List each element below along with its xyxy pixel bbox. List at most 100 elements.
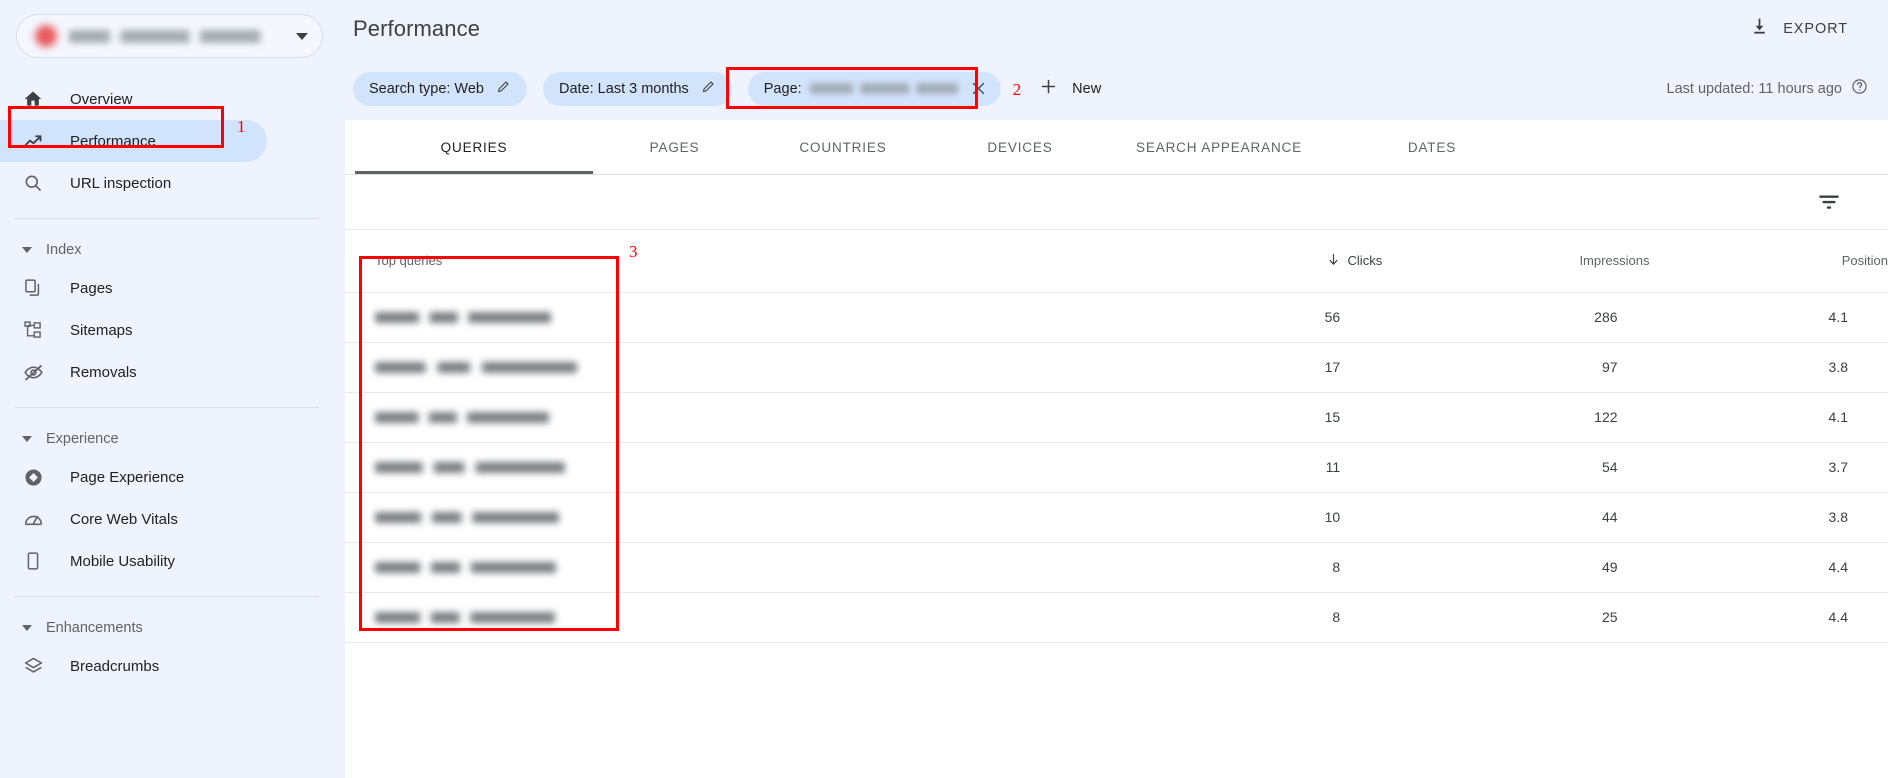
main-content: Performance EXPORT Search type: Web Date… [345, 0, 1888, 778]
sidebar-group-label: Experience [46, 431, 119, 447]
caret-down-icon [22, 625, 32, 631]
cell-position: 4.4 [1649, 591, 1888, 643]
tab-bar: QUERIES PAGES COUNTRIES DEVICES SEARCH A… [345, 120, 1888, 175]
search-console-app: Overview Performance URL inspection Inde… [0, 0, 1888, 778]
sidebar-item-removals[interactable]: Removals [0, 351, 267, 393]
sidebar-divider [14, 407, 319, 408]
sidebar-group-label: Index [46, 242, 82, 258]
pencil-icon[interactable] [701, 79, 716, 98]
sidebar-item-performance[interactable]: Performance [0, 120, 267, 162]
column-header-position[interactable]: Position [1650, 230, 1888, 292]
sidebar-item-label: Page Experience [70, 468, 185, 486]
filter-bar: Search type: Web Date: Last 3 months Pag… [345, 57, 1888, 120]
last-updated-status: Last updated: 11 hours ago [1667, 78, 1868, 99]
sidebar-group-index[interactable]: Index [0, 233, 345, 267]
tab-dates[interactable]: DATES [1328, 120, 1536, 174]
chevron-down-icon[interactable] [296, 32, 308, 40]
cell-query[interactable] [345, 391, 1115, 442]
column-header-clicks[interactable]: Clicks [1115, 230, 1382, 292]
pages-icon [22, 277, 44, 299]
mobile-icon [22, 550, 44, 572]
cell-query[interactable] [345, 591, 1115, 643]
table-row[interactable]: 15 122 4.1 [345, 391, 1888, 442]
cell-impressions: 49 [1382, 541, 1650, 592]
cell-clicks: 17 [1114, 341, 1383, 392]
annotation-number-1: 1 [237, 117, 246, 136]
tab-pages[interactable]: PAGES [593, 120, 756, 174]
last-updated-label: Last updated: 11 hours ago [1666, 80, 1842, 97]
table-row[interactable]: 8 49 4.4 [345, 541, 1888, 592]
tab-label: COUNTRIES [799, 139, 887, 155]
sidebar-item-mobile-usability[interactable]: Mobile Usability [0, 540, 267, 582]
search-type-filter-chip[interactable]: Search type: Web [353, 71, 527, 106]
help-icon[interactable] [1851, 78, 1868, 99]
column-header-impressions[interactable]: Impressions [1382, 230, 1649, 292]
search-icon [22, 172, 44, 194]
table-row[interactable]: 8 25 4.4 [345, 591, 1888, 643]
sidebar-item-overview[interactable]: Overview [0, 78, 267, 120]
query-text-redacted [375, 511, 559, 523]
cell-query[interactable] [345, 491, 1115, 542]
property-selector[interactable] [16, 14, 323, 58]
column-header-top-queries[interactable]: Top queries [345, 230, 1115, 292]
sidebar-item-breadcrumbs[interactable]: Breadcrumbs [0, 645, 267, 687]
page-filter-chip[interactable]: Page: [747, 71, 1001, 106]
caret-down-icon [22, 247, 32, 253]
eye-off-icon [22, 361, 44, 383]
cell-position: 4.1 [1649, 391, 1888, 442]
cell-query[interactable] [345, 541, 1115, 592]
query-text-redacted [375, 561, 556, 573]
tab-queries[interactable]: QUERIES [355, 120, 593, 174]
tab-countries[interactable]: COUNTRIES [756, 120, 930, 174]
top-bar: Performance EXPORT [345, 0, 1888, 57]
cell-query[interactable] [345, 341, 1115, 392]
table-row[interactable]: 11 54 3.7 [345, 441, 1888, 492]
sidebar-item-page-experience[interactable]: Page Experience [0, 456, 267, 498]
tab-search-appearance[interactable]: SEARCH APPEARANCE [1110, 120, 1328, 174]
cell-clicks: 56 [1114, 291, 1383, 342]
new-label: New [1072, 80, 1102, 97]
tab-label: QUERIES [440, 139, 508, 155]
cell-position: 3.7 [1649, 441, 1888, 492]
cell-impressions: 122 [1382, 391, 1650, 442]
cell-impressions: 97 [1382, 341, 1650, 392]
page-filter-value-redacted [809, 83, 958, 94]
cell-clicks: 8 [1114, 541, 1383, 592]
sidebar-item-url-inspection[interactable]: URL inspection [0, 162, 267, 204]
query-text-redacted [375, 411, 549, 423]
tab-devices[interactable]: DEVICES [930, 120, 1110, 174]
query-text-redacted [375, 611, 555, 623]
sidebar-item-sitemaps[interactable]: Sitemaps [0, 309, 267, 351]
page-experience-icon [22, 466, 44, 488]
cell-query[interactable] [345, 441, 1115, 492]
date-filter-chip[interactable]: Date: Last 3 months [543, 71, 732, 106]
sidebar-item-label: Pages [70, 279, 113, 297]
caret-down-icon [22, 436, 32, 442]
column-label: Position [1841, 253, 1888, 269]
layers-icon [22, 655, 44, 677]
column-label: Clicks [1347, 253, 1383, 269]
cell-query[interactable] [345, 291, 1115, 342]
sidebar-item-core-web-vitals[interactable]: Core Web Vitals [0, 498, 267, 540]
cell-position: 3.8 [1649, 341, 1888, 392]
sidebar-item-pages[interactable]: Pages [0, 267, 267, 309]
cell-impressions: 44 [1382, 491, 1650, 542]
home-icon [22, 88, 44, 110]
table-row[interactable]: 17 97 3.8 [345, 341, 1888, 392]
new-filter-button[interactable]: New [1039, 77, 1101, 100]
filter-icon[interactable] [1816, 189, 1842, 215]
sidebar: Overview Performance URL inspection Inde… [0, 0, 345, 778]
sidebar-item-label: URL inspection [70, 174, 172, 192]
sidebar-nav: Overview Performance URL inspection Inde… [0, 78, 345, 687]
cell-position: 4.4 [1649, 541, 1888, 592]
sidebar-group-enhancements[interactable]: Enhancements [0, 611, 345, 645]
close-icon[interactable] [966, 80, 991, 97]
tab-label: DEVICES [987, 139, 1053, 155]
sidebar-divider [14, 218, 319, 219]
table-row[interactable]: 56 286 4.1 [345, 291, 1888, 342]
export-button[interactable]: EXPORT [1745, 10, 1852, 47]
pencil-icon[interactable] [496, 79, 511, 98]
sidebar-group-experience[interactable]: Experience [0, 422, 345, 456]
page-filter-label: Page: [763, 80, 802, 97]
table-row[interactable]: 10 44 3.8 [345, 491, 1888, 542]
